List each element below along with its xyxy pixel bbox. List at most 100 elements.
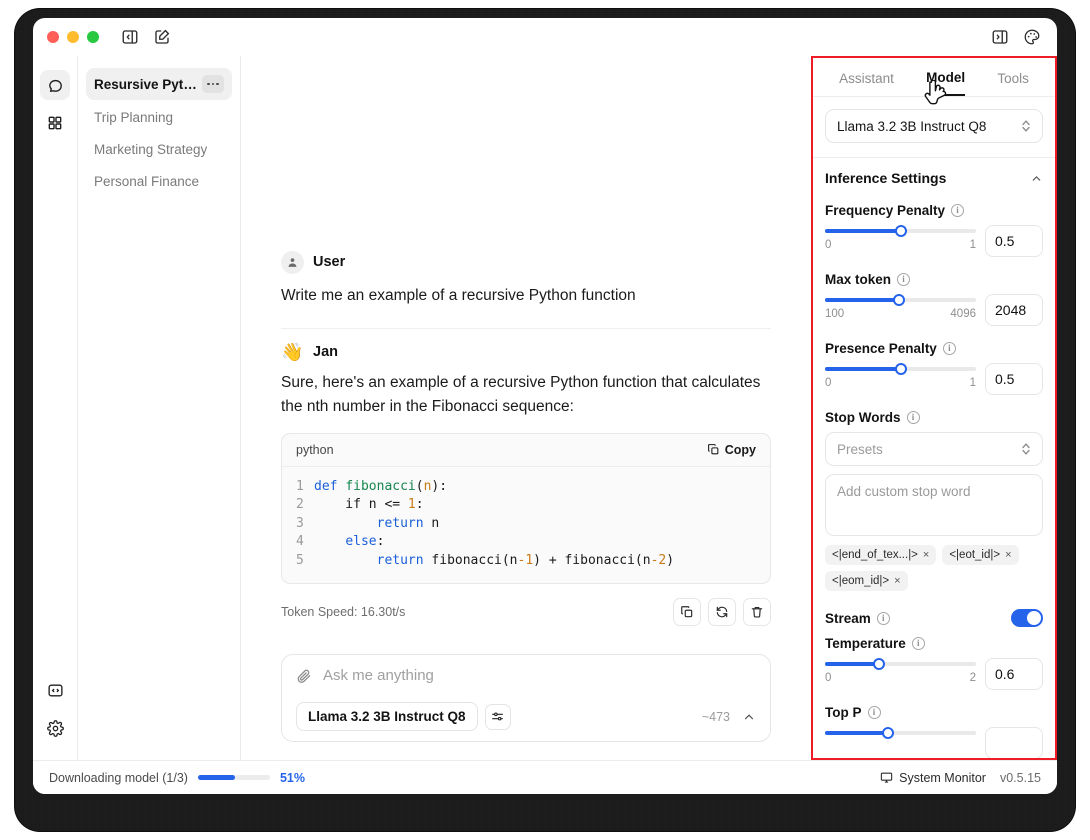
slider-max: 1 (969, 377, 976, 389)
wave-emoji-icon: 👋 (281, 341, 304, 362)
chat-list-item-3[interactable]: Personal Finance (86, 167, 232, 196)
right-panel-toggle-icon[interactable] (991, 28, 1009, 46)
temperature-label: Temperature (825, 636, 906, 651)
chat-options-icon[interactable] (202, 75, 224, 93)
user-message-header: User (281, 250, 771, 274)
stop-word-chip[interactable]: <|end_of_tex...|> × (825, 545, 937, 565)
top-p-label-row: Top P i (825, 705, 1043, 720)
maximize-window-button[interactable] (87, 31, 99, 43)
message-actions (673, 598, 771, 626)
collapse-section-icon[interactable] (1030, 172, 1043, 185)
presence-penalty-label: Presence Penalty (825, 341, 937, 356)
chat-list: Resursive Pyth... Trip Planning Marketin… (77, 56, 241, 760)
code-block: python Copy 1 def fibonacci(n): 2 if n <=… (281, 432, 771, 584)
info-icon[interactable]: i (942, 342, 956, 355)
temperature-input[interactable]: 0.6 (985, 658, 1043, 690)
tab-tools[interactable]: Tools (997, 71, 1029, 95)
composer-expand-button[interactable] (742, 710, 756, 724)
tab-model[interactable]: Model (926, 70, 966, 96)
max-token-range: 100 4096 (825, 308, 976, 320)
code-token: return (376, 552, 424, 568)
field-stop-words: Stop Words i Presets Add custom stop wor… (825, 410, 1043, 597)
top-p-slider[interactable] (825, 727, 976, 739)
composer-toolbar: Llama 3.2 3B Instruct Q8 ~473 (296, 702, 756, 731)
info-icon[interactable]: i (897, 273, 911, 286)
chat-list-item-1[interactable]: Trip Planning (86, 103, 232, 132)
field-presence-penalty: Presence Penalty i 0 1 0.5 (825, 341, 1043, 401)
titlebar-left-icons (121, 28, 171, 46)
main-body: Resursive Pyth... Trip Planning Marketin… (33, 56, 1057, 760)
remove-chip-icon[interactable]: × (894, 575, 900, 587)
inference-settings-header[interactable]: Inference Settings (825, 158, 1043, 194)
composer-model-selector[interactable]: Llama 3.2 3B Instruct Q8 (296, 702, 478, 731)
assistant-message-text: Sure, here's an example of a recursive P… (281, 373, 761, 415)
chat-list-item-2[interactable]: Marketing Strategy (86, 135, 232, 164)
composer-right-tools: ~473 (702, 710, 756, 724)
apps-rail-icon[interactable] (40, 108, 70, 138)
user-message: User Write me an example of a recursive … (281, 237, 771, 329)
frequency-penalty-label-row: Frequency Penalty i (825, 203, 1043, 218)
minimize-window-button[interactable] (67, 31, 79, 43)
slider-min: 100 (825, 308, 845, 320)
presence-penalty-input[interactable]: 0.5 (985, 363, 1043, 395)
system-monitor-button[interactable]: System Monitor (880, 771, 986, 785)
code-token: -1 (517, 552, 534, 568)
composer-left-tools: Llama 3.2 3B Instruct Q8 (296, 702, 511, 731)
stream-toggle[interactable] (1011, 609, 1043, 627)
stop-word-chip[interactable]: <|eot_id|> × (942, 545, 1019, 565)
inference-settings-list[interactable]: Inference Settings Frequency Penalty i 0… (813, 158, 1055, 758)
chat-rail-icon[interactable] (40, 70, 70, 100)
app-window: Resursive Pyth... Trip Planning Marketin… (33, 18, 1057, 794)
copy-message-button[interactable] (673, 598, 701, 626)
copy-code-button[interactable]: Copy (707, 443, 756, 457)
titlebar-right-icons (991, 28, 1041, 46)
code-token: : (415, 497, 424, 513)
theme-palette-icon[interactable] (1023, 28, 1041, 46)
paperclip-icon[interactable] (296, 668, 312, 684)
custom-stop-word-input[interactable]: Add custom stop word (825, 474, 1043, 536)
tab-assistant[interactable]: Assistant (839, 71, 894, 95)
top-p-input[interactable] (985, 727, 1043, 758)
code-language-label: python (296, 442, 334, 457)
code-token: return (376, 515, 424, 531)
model-settings-button[interactable] (484, 703, 511, 730)
code-line-number: 5 (296, 552, 304, 568)
info-icon[interactable]: i (876, 611, 890, 625)
code-line-number: 4 (296, 534, 304, 550)
sidebar-toggle-icon[interactable] (121, 28, 139, 46)
frequency-penalty-input[interactable]: 0.5 (985, 225, 1043, 257)
code-token: -2 (650, 552, 667, 568)
code-rail-icon[interactable] (47, 682, 64, 704)
max-token-input[interactable]: 2048 (985, 294, 1043, 326)
stop-word-chip[interactable]: <|eom_id|> × (825, 571, 908, 591)
copy-icon (707, 444, 719, 455)
composer[interactable]: Ask me anything Llama 3.2 3B Instruct Q8 (281, 654, 771, 742)
regenerate-message-button[interactable] (708, 598, 736, 626)
info-icon[interactable]: i (867, 706, 881, 719)
model-select[interactable]: Llama 3.2 3B Instruct Q8 (825, 109, 1043, 143)
stop-words-presets-select[interactable]: Presets (825, 432, 1043, 466)
delete-message-button[interactable] (743, 598, 771, 626)
close-window-button[interactable] (47, 31, 59, 43)
sliders-icon (492, 712, 503, 721)
new-chat-icon[interactable] (153, 28, 171, 46)
info-icon[interactable]: i (951, 204, 965, 217)
message-thread: User Write me an example of a recursive … (241, 56, 811, 646)
composer-wrapper: Ask me anything Llama 3.2 3B Instruct Q8 (241, 646, 811, 760)
info-icon[interactable]: i (906, 411, 920, 424)
stream-label-row: Stream i (825, 611, 890, 626)
code-token: def (314, 478, 338, 494)
presence-penalty-slider[interactable] (825, 363, 976, 375)
chat-input[interactable]: Ask me anything (323, 667, 434, 684)
slider-max: 2 (969, 672, 976, 684)
remove-chip-icon[interactable]: × (1005, 549, 1011, 561)
frequency-penalty-slider[interactable] (825, 225, 976, 237)
settings-gear-icon[interactable] (46, 720, 64, 742)
info-icon[interactable]: i (911, 637, 925, 650)
temperature-control: 0 2 0.6 (825, 658, 1043, 690)
chat-list-item-0[interactable]: Resursive Pyth... (86, 68, 232, 100)
temperature-slider[interactable] (825, 658, 976, 670)
remove-chip-icon[interactable]: × (923, 549, 929, 561)
max-token-slider[interactable] (825, 294, 976, 306)
